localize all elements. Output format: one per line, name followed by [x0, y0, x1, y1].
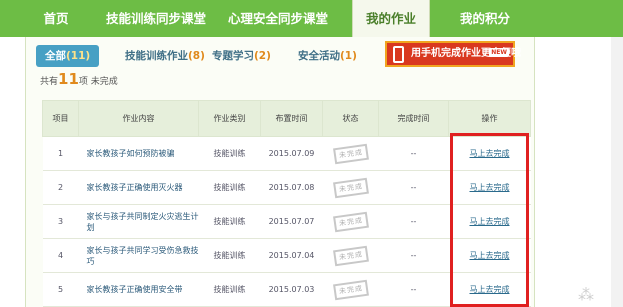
row-number: 4 [42, 238, 79, 273]
homework-category: 技能训练 [198, 204, 261, 239]
assigned-date: 2015.07.08 [260, 170, 323, 205]
action-column-highlight [450, 133, 529, 307]
header-assigned-time: 布置时间 [260, 100, 323, 137]
incomplete-stamp: 未完成 [332, 245, 369, 266]
status-cell: 未完成 [322, 238, 379, 273]
tab-skill-training[interactable]: 技能训练作业(8) [125, 45, 205, 67]
header-completed-time: 完成时间 [378, 100, 449, 137]
status-cell: 未完成 [322, 136, 379, 171]
tab-count: (11) [66, 50, 91, 62]
homework-category: 技能训练 [198, 170, 261, 205]
row-number: 1 [42, 136, 79, 171]
row-number: 3 [42, 204, 79, 239]
tab-all[interactable]: 全部(11) [36, 45, 100, 67]
homework-category: 技能训练 [198, 136, 261, 171]
header-item-no: 项目 [42, 100, 79, 137]
assigned-date: 2015.07.03 [260, 272, 323, 307]
tab-label: 安全活动 [298, 50, 340, 62]
tab-count: (2) [254, 50, 271, 62]
incomplete-stamp: 未完成 [332, 143, 369, 164]
homework-title[interactable]: 家长教孩子正确使用灭火器 [78, 170, 199, 205]
summary-count: 11 [58, 70, 79, 88]
tab-label: 技能训练作业 [125, 50, 188, 62]
nav-my-homework[interactable]: 我的作业 [352, 0, 430, 38]
nav-home[interactable]: 首页 [30, 0, 82, 37]
incomplete-stamp: 未完成 [332, 211, 369, 232]
tab-count: (1) [340, 50, 357, 62]
row-number: 5 [42, 272, 79, 307]
assigned-date: 2015.07.07 [260, 204, 323, 239]
homework-category: 技能训练 [198, 272, 261, 307]
table-header-row: 项目 作业内容 作业类别 布置时间 状态 完成时间 操作 [42, 100, 531, 137]
assigned-date: 2015.07.09 [260, 136, 323, 171]
tab-safety-activity[interactable]: 安全活动(1) [298, 45, 357, 67]
assigned-date: 2015.07.04 [260, 238, 323, 273]
homework-title[interactable]: 家长教孩子正确使用安全带 [78, 272, 199, 307]
tab-label: 全部 [45, 50, 66, 62]
mobile-complete-button[interactable]: 用手机完成作业更方便哦 NEW [385, 41, 521, 67]
completed-time: -- [378, 272, 449, 307]
homework-title[interactable]: 家长与孩子共同制定火灾逃生计划 [78, 204, 199, 239]
tab-label: 专题学习 [212, 50, 254, 62]
incomplete-stamp: 未完成 [332, 279, 369, 300]
nav-skill-training-class[interactable]: 技能训练同步课堂 [100, 0, 212, 37]
tab-count: (8) [188, 50, 205, 62]
page-scrollbar[interactable] [611, 37, 623, 307]
incomplete-summary: 共有11项 未完成 [40, 70, 118, 88]
completed-time: -- [378, 136, 449, 171]
phone-icon [393, 46, 404, 63]
completed-time: -- [378, 204, 449, 239]
homework-category: 技能训练 [198, 238, 261, 273]
completed-time: -- [378, 170, 449, 205]
new-badge: NEW [489, 48, 509, 57]
status-cell: 未完成 [322, 204, 379, 239]
nav-psychology-safety-class[interactable]: 心理安全同步课堂 [222, 0, 334, 37]
header-category: 作业类别 [198, 100, 261, 137]
summary-prefix: 共有 [40, 77, 59, 87]
watermark-icon: ⁂ [578, 285, 594, 304]
homework-title[interactable]: 家长与孩子共同学习受伤急救技巧 [78, 238, 199, 273]
row-number: 2 [42, 170, 79, 205]
homework-title[interactable]: 家长教孩子如何预防被骗 [78, 136, 199, 171]
header-action: 操作 [448, 100, 531, 137]
header-status: 状态 [322, 100, 379, 137]
tab-topic-study[interactable]: 专题学习(2) [212, 45, 271, 67]
summary-suffix: 项 未完成 [78, 77, 118, 87]
status-cell: 未完成 [322, 170, 379, 205]
header-content: 作业内容 [78, 100, 199, 137]
status-cell: 未完成 [322, 272, 379, 307]
top-navigation: 首页 技能训练同步课堂 心理安全同步课堂 我的作业 我的积分 [0, 0, 623, 38]
incomplete-stamp: 未完成 [332, 177, 369, 198]
nav-my-points[interactable]: 我的积分 [450, 0, 520, 37]
completed-time: -- [378, 238, 449, 273]
